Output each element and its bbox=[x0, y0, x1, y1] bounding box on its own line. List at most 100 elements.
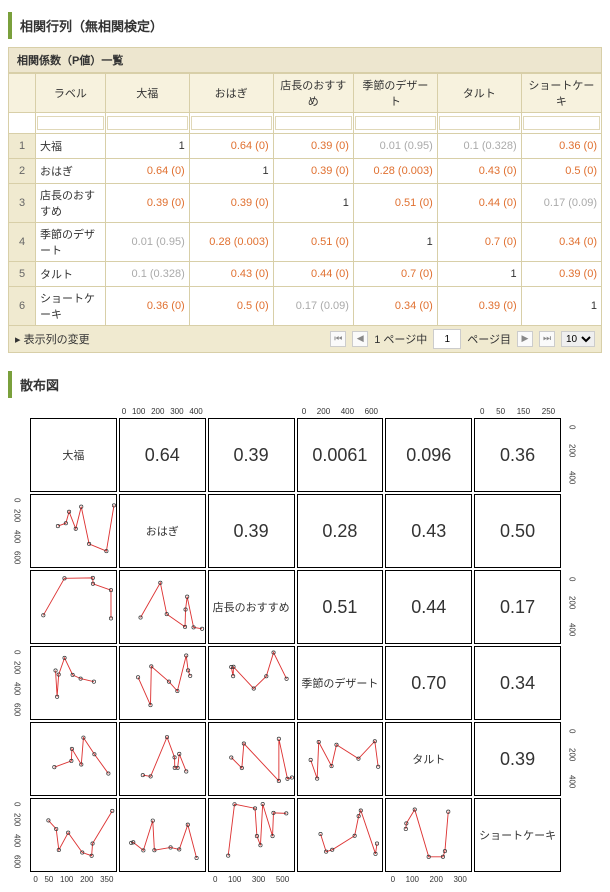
cell-value: 0.64 (0) bbox=[189, 134, 273, 159]
axis-bottom: 0100300500 bbox=[208, 874, 295, 884]
row-label: ショートケーキ bbox=[36, 287, 106, 326]
row-label: 季節のデザート bbox=[36, 223, 106, 262]
pager-pages-post: ページ目 bbox=[467, 331, 511, 347]
splom-corr-value: 0.39 bbox=[208, 494, 295, 568]
table-row: 6ショートケーキ0.36 (0)0.5 (0)0.17 (0.09)0.34 (… bbox=[9, 287, 602, 326]
axis-top: 0100200300400 bbox=[119, 406, 206, 416]
cell-value: 0.1 (0.328) bbox=[437, 134, 521, 159]
cell-value: 0.34 (0) bbox=[353, 287, 437, 326]
columns-toggle[interactable]: ▸ 表示列の変更 bbox=[15, 331, 90, 347]
splom-scatter bbox=[30, 646, 117, 720]
splom-scatter bbox=[119, 798, 206, 872]
splom-scatter bbox=[30, 494, 117, 568]
row-label: 店長のおすすめ bbox=[36, 184, 106, 223]
cell-value: 0.44 (0) bbox=[273, 262, 353, 287]
cell-value: 0.36 (0) bbox=[105, 287, 189, 326]
cell-value: 1 bbox=[521, 287, 601, 326]
splom-scatter bbox=[30, 570, 117, 644]
section-title-scatter: 散布図 bbox=[8, 371, 602, 398]
subsection-title-coefficients: 相関係数（P値）一覧 bbox=[8, 47, 602, 73]
splom-scatter bbox=[297, 798, 384, 872]
correlation-table: ラベル 大福 おはぎ 店長のおすすめ 季節のデザート タルト ショートケーキ 1… bbox=[8, 73, 602, 326]
splom-corr-value: 0.17 bbox=[474, 570, 561, 644]
col-shortcake[interactable]: ショートケーキ bbox=[521, 74, 601, 113]
col-label[interactable]: ラベル bbox=[36, 74, 106, 113]
filter-c5[interactable] bbox=[439, 116, 520, 130]
axis-side: 0200400600 bbox=[8, 798, 26, 872]
cell-value: 0.28 (0.003) bbox=[353, 159, 437, 184]
filter-c2[interactable] bbox=[191, 116, 272, 130]
cell-value: 0.28 (0.003) bbox=[189, 223, 273, 262]
row-number: 3 bbox=[9, 184, 36, 223]
cell-value: 0.44 (0) bbox=[437, 184, 521, 223]
splom-corr-value: 0.70 bbox=[385, 646, 472, 720]
pager-rows-select[interactable]: 10 bbox=[561, 331, 595, 347]
row-number: 2 bbox=[9, 159, 36, 184]
splom-corr-value: 0.36 bbox=[474, 418, 561, 492]
splom-corr-value: 0.43 bbox=[385, 494, 472, 568]
filter-c3[interactable] bbox=[275, 116, 352, 130]
filter-c6[interactable] bbox=[523, 116, 600, 130]
splom-corr-value: 0.28 bbox=[297, 494, 384, 568]
col-ohagi[interactable]: おはぎ bbox=[189, 74, 273, 113]
cell-value: 0.39 (0) bbox=[189, 184, 273, 223]
cell-value: 0.51 (0) bbox=[353, 184, 437, 223]
table-row: 2おはぎ0.64 (0)10.39 (0)0.28 (0.003)0.43 (0… bbox=[9, 159, 602, 184]
cell-value: 1 bbox=[189, 159, 273, 184]
col-daifuku[interactable]: 大福 bbox=[105, 74, 189, 113]
pager: ▸ 表示列の変更 ⏮ ◀ 1 ページ中 ページ目 ▶ ⏭ 10 bbox=[8, 326, 602, 353]
pager-first-icon[interactable]: ⏮ bbox=[330, 331, 346, 347]
splom-corr-value: 0.51 bbox=[297, 570, 384, 644]
splom-corr-value: 0.39 bbox=[208, 418, 295, 492]
cell-value: 1 bbox=[273, 184, 353, 223]
cell-value: 0.1 (0.328) bbox=[105, 262, 189, 287]
col-kisetsu[interactable]: 季節のデザート bbox=[353, 74, 437, 113]
pager-prev-icon[interactable]: ◀ bbox=[352, 331, 368, 347]
splom-scatter bbox=[208, 722, 295, 796]
cell-value: 0.51 (0) bbox=[273, 223, 353, 262]
cell-value: 0.17 (0.09) bbox=[273, 287, 353, 326]
splom-scatter bbox=[119, 570, 206, 644]
pager-pages-pre: 1 ページ中 bbox=[374, 331, 427, 347]
splom-scatter bbox=[385, 798, 472, 872]
table-row: 1大福10.64 (0)0.39 (0)0.01 (0.95)0.1 (0.32… bbox=[9, 134, 602, 159]
axis-side: 0200400 bbox=[563, 418, 581, 492]
filter-label[interactable] bbox=[37, 116, 104, 130]
splom-scatter bbox=[208, 646, 295, 720]
cell-value: 0.43 (0) bbox=[437, 159, 521, 184]
row-number: 1 bbox=[9, 134, 36, 159]
splom-corr-value: 0.096 bbox=[385, 418, 472, 492]
axis-side: 0200400600 bbox=[8, 646, 26, 720]
table-row: 5タルト0.1 (0.328)0.43 (0)0.44 (0)0.7 (0)10… bbox=[9, 262, 602, 287]
splom-scatter bbox=[30, 798, 117, 872]
cell-value: 0.5 (0) bbox=[189, 287, 273, 326]
cell-value: 1 bbox=[437, 262, 521, 287]
filter-c4[interactable] bbox=[355, 116, 436, 130]
splom-diag-label: ショートケーキ bbox=[474, 798, 561, 872]
col-tart[interactable]: タルト bbox=[437, 74, 521, 113]
splom-scatter bbox=[208, 798, 295, 872]
cell-value: 0.39 (0) bbox=[273, 134, 353, 159]
splom-corr-value: 0.50 bbox=[474, 494, 561, 568]
cell-value: 0.7 (0) bbox=[353, 262, 437, 287]
splom-diag-label: 季節のデザート bbox=[297, 646, 384, 720]
cell-value: 0.43 (0) bbox=[189, 262, 273, 287]
axis-bottom: 0100200300 bbox=[385, 874, 472, 884]
splom-scatter bbox=[119, 722, 206, 796]
cell-value: 0.7 (0) bbox=[437, 223, 521, 262]
splom-diag-label: 店長のおすすめ bbox=[208, 570, 295, 644]
filter-c1[interactable] bbox=[107, 116, 188, 130]
splom-diag-label: 大福 bbox=[30, 418, 117, 492]
cell-value: 0.36 (0) bbox=[521, 134, 601, 159]
row-label: 大福 bbox=[36, 134, 106, 159]
pager-last-icon[interactable]: ⏭ bbox=[539, 331, 555, 347]
pager-page-input[interactable] bbox=[433, 329, 461, 349]
col-tencho[interactable]: 店長のおすすめ bbox=[273, 74, 353, 113]
pager-next-icon[interactable]: ▶ bbox=[517, 331, 533, 347]
axis-side: 0200400 bbox=[563, 570, 581, 644]
cell-value: 0.01 (0.95) bbox=[353, 134, 437, 159]
cell-value: 0.34 (0) bbox=[521, 223, 601, 262]
splom-corr-value: 0.34 bbox=[474, 646, 561, 720]
row-number: 4 bbox=[9, 223, 36, 262]
section-title-correlation: 相関行列（無相関検定） bbox=[8, 12, 602, 39]
